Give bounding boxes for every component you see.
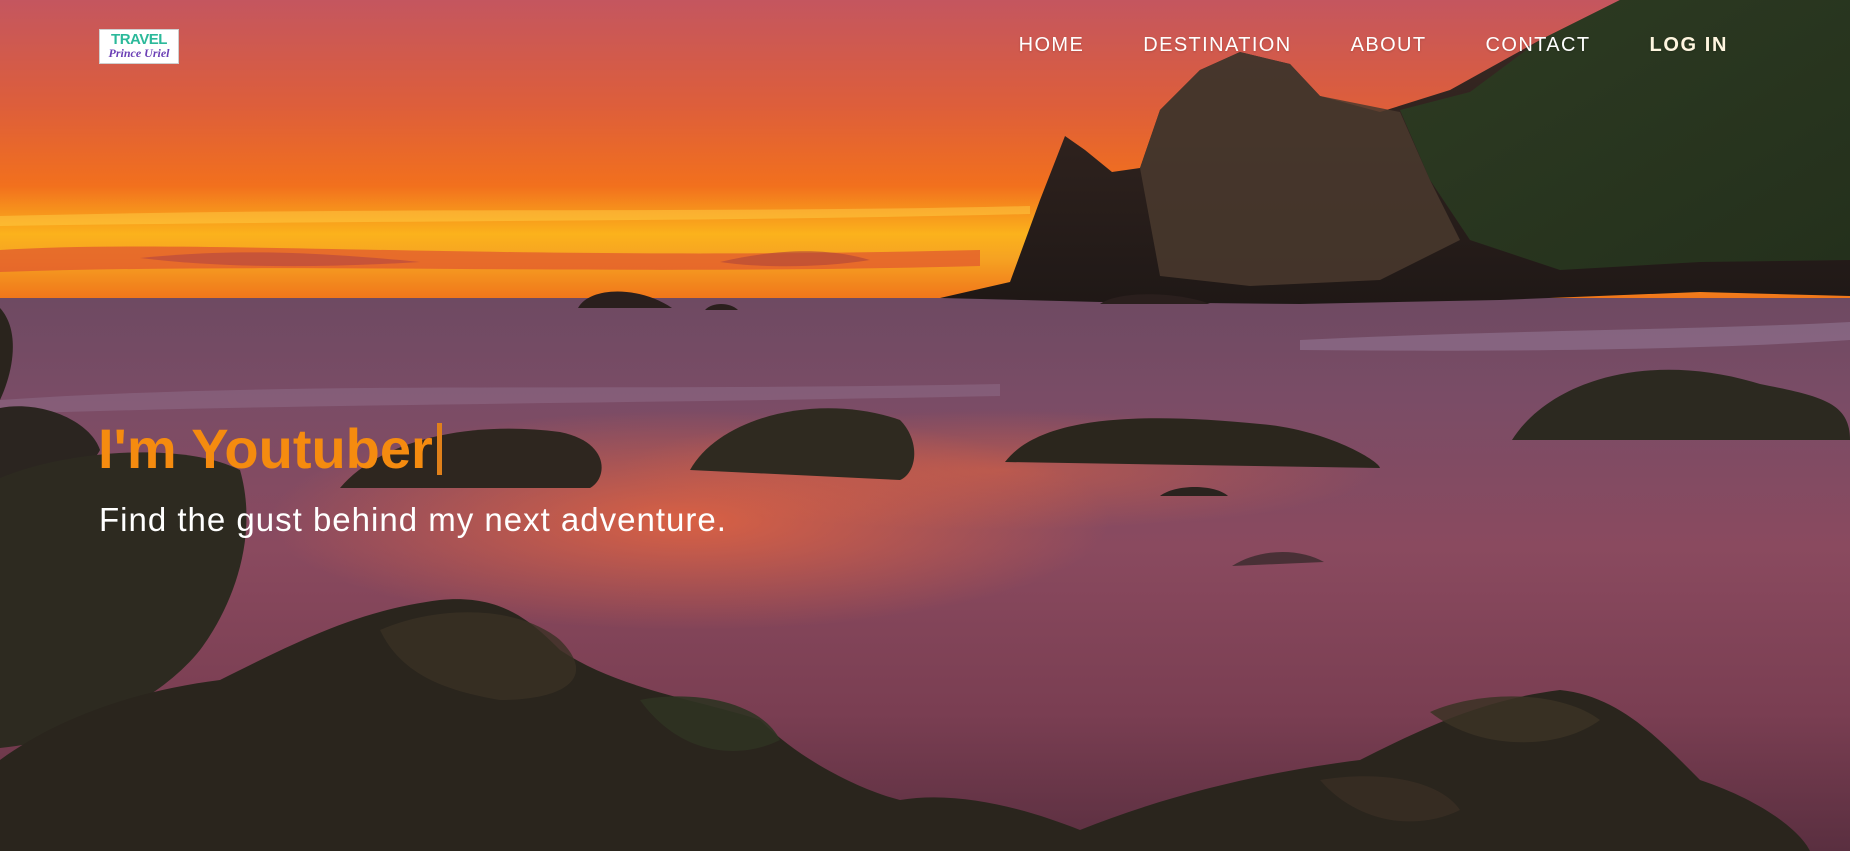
hero-subtitle: Find the gust behind my next adventure. [99,501,727,538]
logo-tagline: Prince Uriel [108,46,170,60]
nav-home-link[interactable]: HOME [1019,34,1085,57]
nav-contact-link[interactable]: CONTACT [1486,34,1591,57]
nav-about-link[interactable]: ABOUT [1351,34,1427,57]
login-button[interactable]: LOG IN [1650,34,1729,57]
headline-text: I'm Youtuber [98,417,433,480]
hero-section: TRAVEL Prince Uriel HOME DESTINATION ABO… [0,0,1850,851]
hero-headline: I'm Youtuber [98,417,442,481]
brand-logo[interactable]: TRAVEL Prince Uriel [99,29,179,64]
logo-wordmark: TRAVEL [111,31,167,48]
typing-cursor [436,423,442,475]
main-nav: HOME DESTINATION ABOUT CONTACT LOG IN [1019,34,1728,57]
nav-destination-link[interactable]: DESTINATION [1143,34,1291,57]
